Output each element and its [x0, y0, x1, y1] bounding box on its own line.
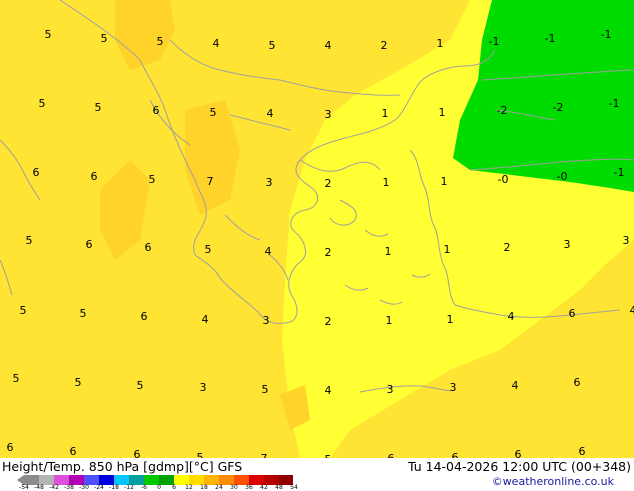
temp-value-label: 3 — [623, 234, 630, 247]
temp-value-label: 5 — [205, 243, 212, 256]
temp-value-label: -0 — [557, 170, 568, 183]
scale-label: 48 — [275, 485, 283, 491]
temp-value-label: 4 — [325, 39, 332, 52]
scale-label: -24 — [94, 485, 104, 491]
scale-label: 0 — [157, 485, 161, 491]
temp-value-label: 3 — [387, 383, 394, 396]
temp-value-label: 5 — [149, 173, 156, 186]
temp-value-label: 2 — [504, 241, 511, 254]
scale-label: 54 — [290, 485, 298, 491]
scale-label: -48 — [34, 485, 44, 491]
temp-value-label: 2 — [381, 39, 388, 52]
color-scale-labels: -54-48-42-38-30-24-18-12-606121824303642… — [24, 485, 299, 491]
temp-value-label: 3 — [325, 108, 332, 121]
temp-value-label: 3 — [200, 381, 207, 394]
temp-value-label: 3 — [263, 314, 270, 327]
temp-value-label: 4 — [267, 107, 274, 120]
map-title: Height/Temp. 850 hPa [gdmp][°C] GFS — [2, 459, 242, 474]
temp-value-label: 6 — [145, 241, 152, 254]
temp-value-label: 4 — [630, 304, 634, 317]
temp-value-label: 5 — [80, 307, 87, 320]
credit-link[interactable]: ©weatheronline.co.uk — [492, 475, 614, 488]
temp-value-label: -1 — [601, 28, 612, 41]
map-footer: Height/Temp. 850 hPa [gdmp][°C] GFS Tu 1… — [0, 458, 634, 490]
temp-value-label: 6 — [70, 445, 77, 458]
temp-value-label: 1 — [383, 176, 390, 189]
temp-value-label: 6 — [569, 307, 576, 320]
scale-label: -6 — [141, 485, 147, 491]
scale-label: -18 — [109, 485, 119, 491]
scale-label: -30 — [79, 485, 89, 491]
temp-value-label: 4 — [265, 245, 272, 258]
temp-value-label: 6 — [153, 104, 160, 117]
temp-value-label: 7 — [207, 175, 214, 188]
scale-label: -42 — [49, 485, 59, 491]
scale-label: 42 — [260, 485, 268, 491]
scale-label: 30 — [230, 485, 238, 491]
temp-value-label: 5 — [269, 39, 276, 52]
temp-value-label: 1 — [447, 313, 454, 326]
temp-value-label: 6 — [33, 166, 40, 179]
temp-value-label: 5 — [45, 28, 52, 41]
scale-label: 6 — [172, 485, 176, 491]
temp-value-label: 2 — [325, 177, 332, 190]
temp-value-label: 5 — [262, 383, 269, 396]
temp-value-label: 6 — [141, 310, 148, 323]
temp-value-label: 1 — [382, 107, 389, 120]
temp-value-label: 6 — [579, 445, 586, 458]
temp-value-label: 5 — [197, 451, 204, 458]
temp-value-label: 1 — [385, 245, 392, 258]
scale-label: 12 — [185, 485, 193, 491]
scale-label: 36 — [245, 485, 253, 491]
temp-value-label: 5 — [26, 234, 33, 247]
temp-value-label: 6 — [515, 448, 522, 458]
temp-value-label: -1 — [489, 35, 500, 48]
temp-value-label: 4 — [213, 37, 220, 50]
weather-map: 5 5 5 4 5 4 2 1 -1 -1 -1 5 5 6 5 4 3 1 1 -2 -2 -1 6 6 5 7 3 2 1 1 -0 -0… — [0, 0, 634, 458]
temp-value-label: 5 — [95, 101, 102, 114]
temp-value-label: 4 — [512, 379, 519, 392]
temp-value-label: 6 — [574, 376, 581, 389]
temp-value-label: 6 — [134, 448, 141, 458]
temp-value-label: 3 — [266, 176, 273, 189]
temp-value-label: 2 — [325, 246, 332, 259]
valid-time: Tu 14-04-2026 12:00 UTC (00+348) — [408, 459, 631, 474]
temp-value-label: 5 — [13, 372, 20, 385]
temp-value-label: 1 — [437, 37, 444, 50]
temperature-map-svg: 5 5 5 4 5 4 2 1 -1 -1 -1 5 5 6 5 4 3 1 1 -2 -2 -1 6 6 5 7 3 2 1 1 -0 -0… — [0, 0, 634, 458]
temp-value-label: -1 — [545, 32, 556, 45]
scale-label: 18 — [200, 485, 208, 491]
temp-value-label: 1 — [441, 175, 448, 188]
scale-label: 24 — [215, 485, 223, 491]
scale-label: -12 — [124, 485, 134, 491]
temp-value-label: 1 — [439, 106, 446, 119]
temp-value-label: 4 — [508, 310, 515, 323]
temp-value-label: 5 — [75, 376, 82, 389]
temp-value-label: 5 — [157, 35, 164, 48]
temp-value-label: 5 — [39, 97, 46, 110]
temp-value-label: 5 — [210, 106, 217, 119]
temp-value-label: -2 — [553, 101, 564, 114]
temp-value-label: -1 — [614, 166, 625, 179]
scale-label: -54 — [19, 485, 29, 491]
temp-value-label: 3 — [450, 381, 457, 394]
temp-value-label: 1 — [444, 243, 451, 256]
temp-value-label: 5 — [101, 32, 108, 45]
temp-value-label: -0 — [498, 173, 509, 186]
temp-value-label: 1 — [386, 314, 393, 327]
temp-value-label: 4 — [202, 313, 209, 326]
scale-label: -38 — [64, 485, 74, 491]
temp-value-label: -1 — [609, 97, 620, 110]
temp-value-label: 4 — [325, 384, 332, 397]
temp-value-label: 5 — [20, 304, 27, 317]
temp-value-label: -2 — [497, 104, 508, 117]
temp-value-label: 2 — [325, 315, 332, 328]
temp-value-label: 3 — [564, 238, 571, 251]
temp-value-label: 6 — [86, 238, 93, 251]
temp-value-label: 6 — [7, 441, 14, 454]
temp-value-label: 6 — [91, 170, 98, 183]
temp-value-label: 6 — [452, 451, 459, 458]
temp-value-label: 5 — [137, 379, 144, 392]
